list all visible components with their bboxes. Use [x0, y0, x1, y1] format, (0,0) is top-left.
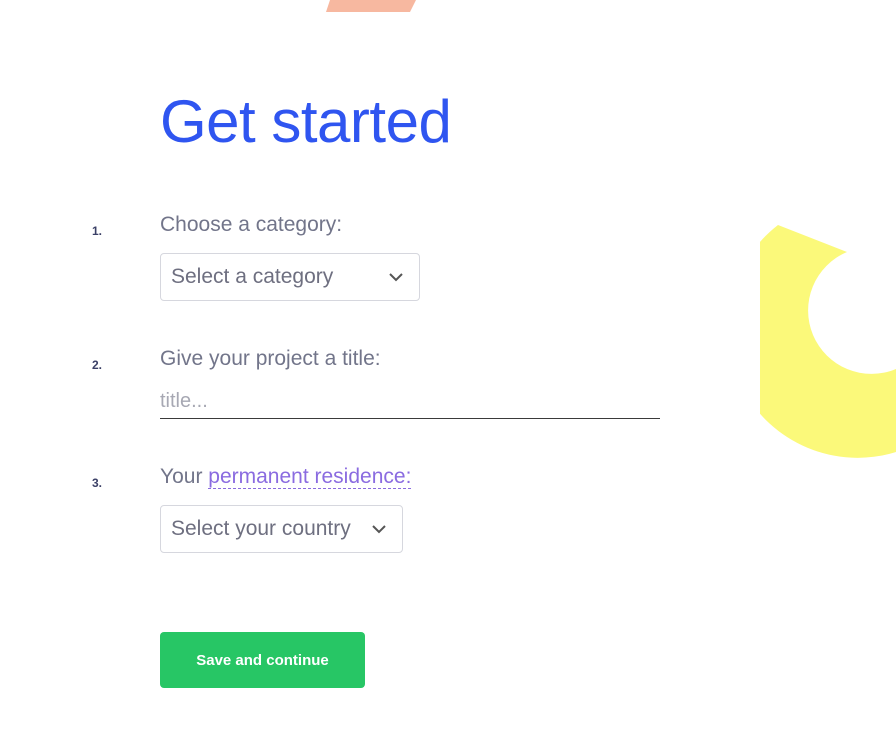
residence-label-prefix: Your — [160, 465, 203, 488]
residence-label: Your permanent residence: — [160, 465, 412, 489]
category-select-value: Select a category — [171, 265, 334, 288]
country-select[interactable]: Select your country — [160, 505, 403, 553]
coral-decoration-shape — [326, 0, 416, 12]
country-select-value: Select your country — [171, 517, 351, 540]
category-label: Choose a category: — [160, 213, 343, 236]
step-number-1: 1. — [92, 224, 103, 238]
page-title: Get started — [160, 88, 452, 155]
permanent-residence-link[interactable]: permanent residence: — [208, 465, 412, 489]
chevron-down-icon — [389, 273, 403, 282]
chevron-down-icon — [372, 525, 386, 534]
yellow-arc-decoration — [760, 225, 896, 458]
step-number-3: 3. — [92, 476, 103, 490]
save-and-continue-button[interactable]: Save and continue — [160, 632, 365, 688]
project-title-input[interactable] — [160, 384, 660, 419]
category-select[interactable]: Select a category — [160, 253, 420, 301]
project-title-label: Give your project a title: — [160, 347, 381, 370]
step-number-2: 2. — [92, 358, 103, 372]
